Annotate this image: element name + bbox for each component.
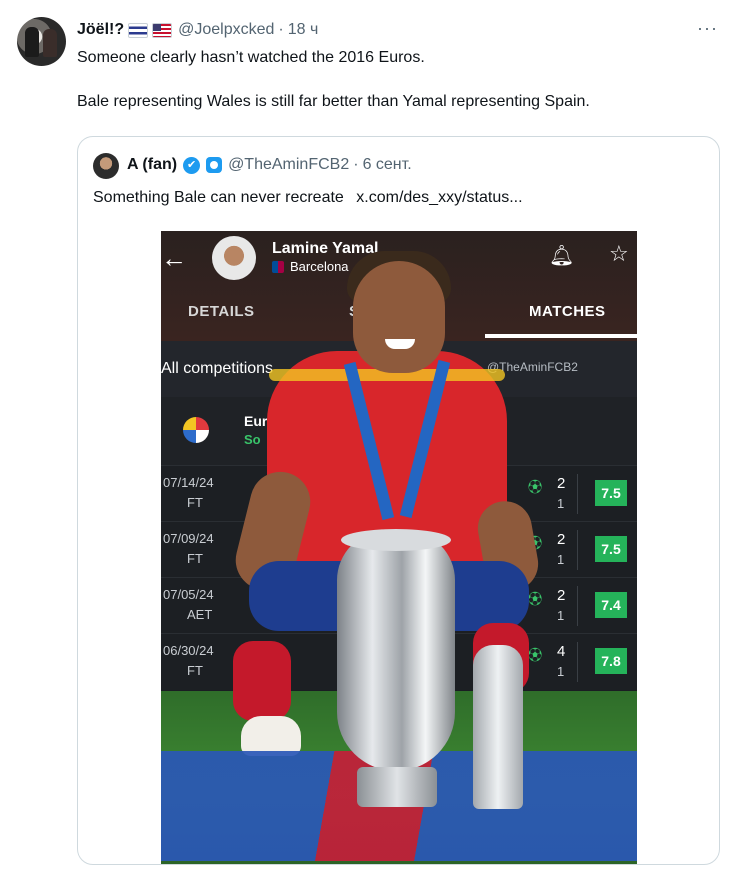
match-status: FT	[187, 551, 203, 566]
match-assists: 1	[557, 608, 565, 623]
league-name: Eur	[244, 413, 268, 429]
tab-matches: MATCHES	[529, 303, 606, 320]
divider	[577, 530, 578, 570]
player-head	[353, 261, 445, 373]
quoted-tweet-time: 6 сент.	[362, 156, 412, 173]
affiliate-badge-icon	[206, 157, 223, 173]
boot-icon: ⚽︎	[528, 591, 542, 607]
match-goals: 2	[557, 587, 566, 604]
match-date: 07/14/24	[163, 475, 214, 490]
author-handle[interactable]: @Joelpxcked	[178, 21, 274, 39]
quoted-author-avatar[interactable]	[93, 153, 119, 179]
match-status: AET	[187, 607, 213, 622]
match-assists: 1	[557, 664, 565, 679]
bell-icon: 🔔︎	[549, 245, 575, 267]
club-name: Barcelona	[290, 259, 349, 274]
tweet-header: Jöël!? @Joelpxcked · 18 ч	[77, 20, 318, 40]
quoted-author-name[interactable]: A (fan)	[127, 156, 177, 174]
author-name[interactable]: Jöël!?	[77, 21, 124, 39]
avatar-figure	[25, 27, 39, 57]
euro-logo-icon	[183, 417, 209, 443]
club-badge-icon	[272, 260, 284, 273]
quoted-tweet[interactable]: A (fan) ✔ @TheAminFCB2 · 6 сент. Somethi…	[77, 136, 720, 865]
avatar-figure	[43, 29, 57, 57]
player-sock	[233, 641, 291, 721]
quoted-tweet-text: Something Bale can never recreate x.com/…	[93, 187, 523, 209]
quoted-tweet-header: A (fan) ✔ @TheAminFCB2 · 6 сент.	[127, 154, 412, 176]
club-row: Barcelona	[272, 259, 349, 274]
divider	[577, 586, 578, 626]
match-rating: 7.4	[595, 592, 627, 618]
verified-badge-icon: ✔	[183, 156, 201, 174]
match-rating: 7.5	[595, 536, 627, 562]
match-goals: 2	[557, 531, 566, 548]
separator: ·	[278, 21, 284, 38]
tweet[interactable]: Jöël!? @Joelpxcked · 18 ч ··· Someone cl…	[0, 0, 730, 873]
league-sub: So	[244, 432, 261, 447]
back-arrow-icon: ←	[161, 243, 187, 273]
trophy-icon	[337, 531, 455, 771]
trophy-base	[357, 767, 437, 807]
author-avatar[interactable]	[17, 17, 66, 66]
divider	[577, 642, 578, 682]
match-status: FT	[187, 495, 203, 510]
match-goals: 4	[557, 643, 566, 660]
more-options-icon[interactable]: ···	[697, 18, 718, 39]
quoted-link[interactable]: x.com/des_xxy/status...	[356, 189, 522, 206]
quoted-author-handle[interactable]: @TheAminFCB2	[228, 156, 349, 174]
tweet-text: Someone clearly hasn’t watched the 2016 …	[77, 47, 717, 135]
boot-icon: ⚽︎	[528, 647, 542, 663]
quoted-text: Something Bale can never recreate	[93, 189, 344, 206]
star-icon: ☆	[609, 241, 629, 266]
tab-details: DETAILS	[188, 303, 255, 320]
match-rating: 7.8	[595, 648, 627, 674]
match-date: 07/09/24	[163, 531, 214, 546]
embedded-photo[interactable]: ← Lamine Yamal Barcelona 🔔︎ ☆ DETAILS S …	[161, 231, 637, 864]
tweet-paragraph: Someone clearly hasn’t watched the 2016 …	[77, 49, 425, 66]
player-name: Lamine Yamal	[272, 240, 379, 257]
separator: ·	[353, 156, 359, 173]
player-boot	[241, 716, 301, 756]
flag-icon	[152, 22, 173, 38]
match-date: 06/30/24	[163, 643, 214, 658]
competition-filter: All competitions	[161, 360, 274, 377]
match-assists: 1	[557, 496, 565, 511]
divider	[577, 474, 578, 514]
small-trophy-icon	[473, 645, 523, 809]
match-goals: 2	[557, 475, 566, 492]
active-tab-indicator	[485, 334, 637, 338]
tweet-time[interactable]: 18 ч	[288, 21, 319, 39]
player-avatar	[212, 236, 256, 280]
boot-icon: ⚽︎	[528, 479, 542, 495]
match-assists: 1	[557, 552, 565, 567]
match-status: FT	[187, 663, 203, 678]
tweet-paragraph: Bale representing Wales is still far bet…	[77, 93, 590, 110]
match-rating: 7.5	[595, 480, 627, 506]
trophy-rim	[341, 529, 451, 551]
flag-icon	[128, 22, 149, 38]
match-date: 07/05/24	[163, 587, 214, 602]
